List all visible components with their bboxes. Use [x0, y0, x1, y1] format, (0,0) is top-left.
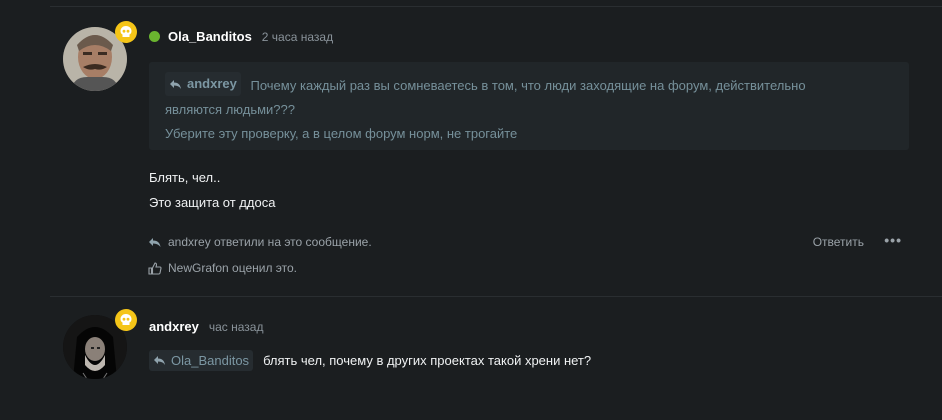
post-time[interactable]: час назад: [209, 320, 264, 334]
reply-button[interactable]: Ответить: [813, 235, 864, 249]
online-status-icon: [149, 31, 160, 42]
more-options-button[interactable]: •••: [884, 232, 902, 248]
post-body: Блять, чел.. Это защита от ддоса: [149, 165, 275, 215]
quote-author-name: Ola_Banditos: [171, 353, 250, 368]
skull-badge-icon: [115, 309, 137, 331]
post-meta: Ola_Banditos 2 часа назад: [149, 29, 333, 44]
post-meta: andxrey час назад: [149, 319, 263, 334]
post-author[interactable]: Ola_Banditos: [168, 29, 252, 44]
quote-text-line2: являются людьми???: [165, 101, 295, 117]
reply-arrow-icon: [149, 237, 161, 247]
replied-info[interactable]: andxrey ответили на это сообщение.: [148, 235, 372, 249]
quote-author-mention[interactable]: andxrey: [165, 72, 241, 96]
thumbs-up-icon: [148, 261, 162, 275]
skull-badge-icon: [115, 21, 137, 43]
quote-author-mention[interactable]: Ola_Banditos: [149, 350, 254, 371]
post-time[interactable]: 2 часа назад: [262, 30, 333, 44]
post-body: блять чел, почему в других проектах тако…: [263, 353, 592, 368]
quote-block: andxrey Почему каждый раз вы сомневаетес…: [149, 62, 909, 150]
post-author[interactable]: andxrey: [149, 319, 199, 334]
post-separator: [50, 296, 942, 297]
reply-arrow-icon: [170, 79, 181, 89]
post-body-line2: Это защита от ддоса: [149, 195, 276, 210]
reactions-info[interactable]: NewGrafon оценил это.: [148, 261, 297, 275]
inline-quote: Ola_Banditos блять чел, почему в других …: [149, 350, 591, 371]
post-body-line1: Блять, чел..: [149, 170, 221, 185]
avatar[interactable]: [63, 309, 137, 381]
quote-text-line3: Уберите эту проверку, а в целом форум но…: [165, 125, 518, 141]
avatar[interactable]: [63, 21, 137, 93]
reply-arrow-icon: [154, 356, 165, 365]
replied-text: andxrey ответили на это сообщение.: [168, 235, 372, 249]
quote-text-line1: Почему каждый раз вы сомневаетесь в том,…: [250, 77, 806, 93]
quote-author-name: andxrey: [187, 76, 237, 91]
top-separator: [50, 6, 942, 7]
liked-text: NewGrafon оценил это.: [168, 261, 298, 275]
